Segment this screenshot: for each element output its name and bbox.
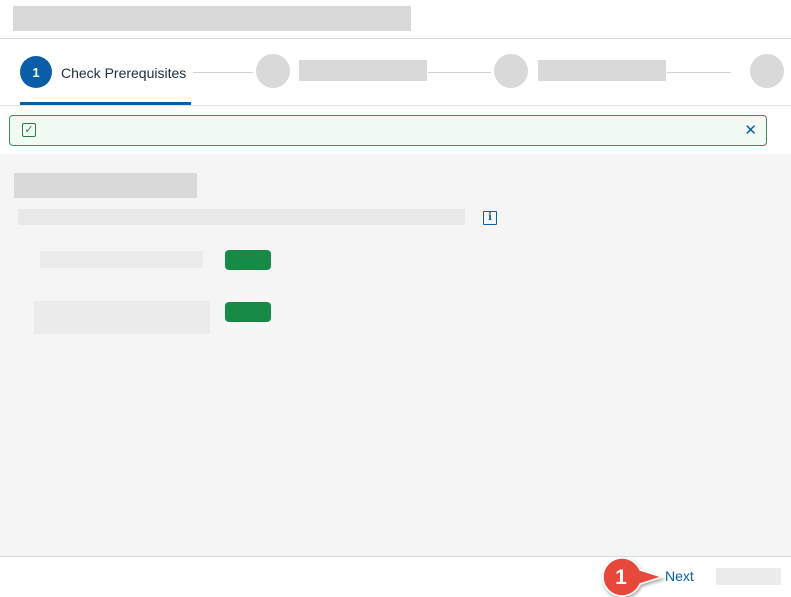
prerequisites-content: i [0,154,791,556]
dialog-title-placeholder [13,6,411,31]
wizard-step-2-label[interactable] [299,60,427,81]
wizard-progress-navigator: 1 Check Prerequisites [0,39,791,106]
close-icon[interactable]: ✕ [744,121,757,139]
next-button[interactable]: Next [665,568,694,584]
prerequisite-label-placeholder [40,251,203,268]
prerequisite-label-placeholder [34,301,210,334]
wizard-step-1-label[interactable]: Check Prerequisites [61,65,186,81]
success-message-strip: ✓ ✕ [9,115,767,146]
wizard-step-1-number[interactable]: 1 [20,56,52,88]
cancel-button-placeholder[interactable] [716,568,781,585]
dialog-footer: Next [0,556,791,597]
dialog-header [0,0,791,39]
status-badge [225,250,271,270]
wizard-dialog: 1 Check Prerequisites ✓ ✕ i Next 1 [0,0,791,597]
info-icon[interactable]: i [483,211,497,225]
step-separator [428,72,491,73]
wizard-step-3-label[interactable] [538,60,666,81]
status-badge [225,302,271,322]
active-step-indicator [20,102,191,105]
section-title-placeholder [14,173,197,198]
step-callout-marker: 1 [602,557,665,597]
wizard-step-4-number[interactable] [750,54,784,88]
wizard-step-2-number[interactable] [256,54,290,88]
checkbox-icon: ✓ [22,123,36,137]
callout-number: 1 [615,566,627,589]
wizard-step-3-number[interactable] [494,54,528,88]
section-description-placeholder [18,209,465,225]
step-separator [667,72,731,73]
step-separator [193,72,253,73]
